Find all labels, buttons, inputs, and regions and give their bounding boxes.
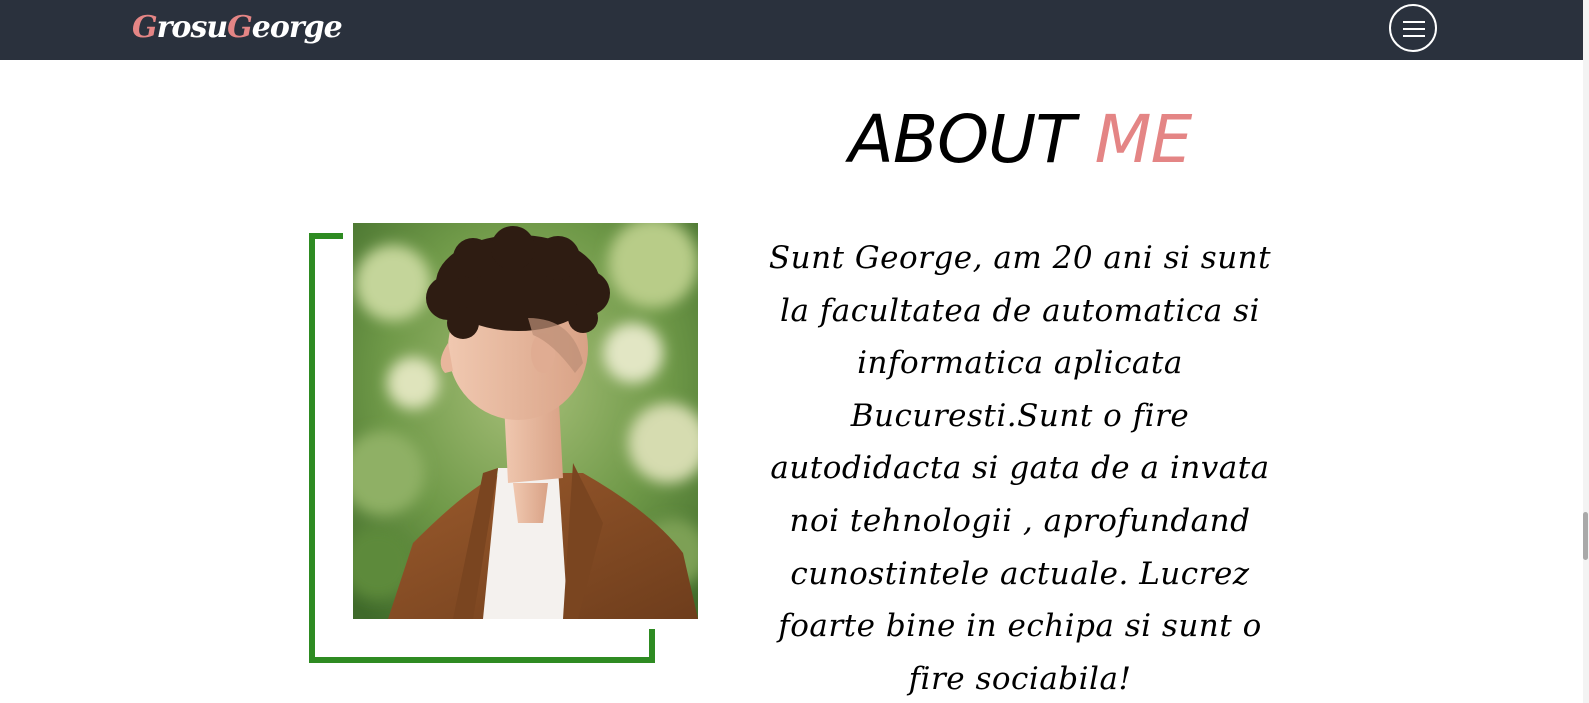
scrollbar-thumb[interactable] — [1583, 512, 1588, 560]
logo-text-eorge: eorge — [251, 10, 343, 45]
navbar: GrosuGeorge — [0, 0, 1583, 60]
site-logo[interactable]: GrosuGeorge — [132, 8, 343, 48]
logo-letter-g-second: G — [227, 10, 253, 45]
about-title-about: ABOUT — [848, 101, 1095, 178]
photo-frame-bottom — [309, 657, 655, 663]
about-description: Sunt George, am 20 ani si sunt la facult… — [768, 240, 1272, 697]
about-title: ABOUT ME — [760, 100, 1280, 180]
scrollbar-track[interactable] — [1583, 0, 1589, 703]
profile-photo — [353, 223, 698, 619]
logo-text-rosu: rosu — [156, 10, 229, 45]
photo-frame-left — [309, 233, 315, 663]
photo-frame-right — [649, 629, 655, 663]
menu-button[interactable] — [1389, 4, 1437, 52]
page: GrosuGeorge ABOUT ME Sunt George, am 20 … — [0, 0, 1589, 703]
about-title-me: ME — [1094, 101, 1193, 178]
logo-letter-g-first: G — [132, 10, 158, 45]
